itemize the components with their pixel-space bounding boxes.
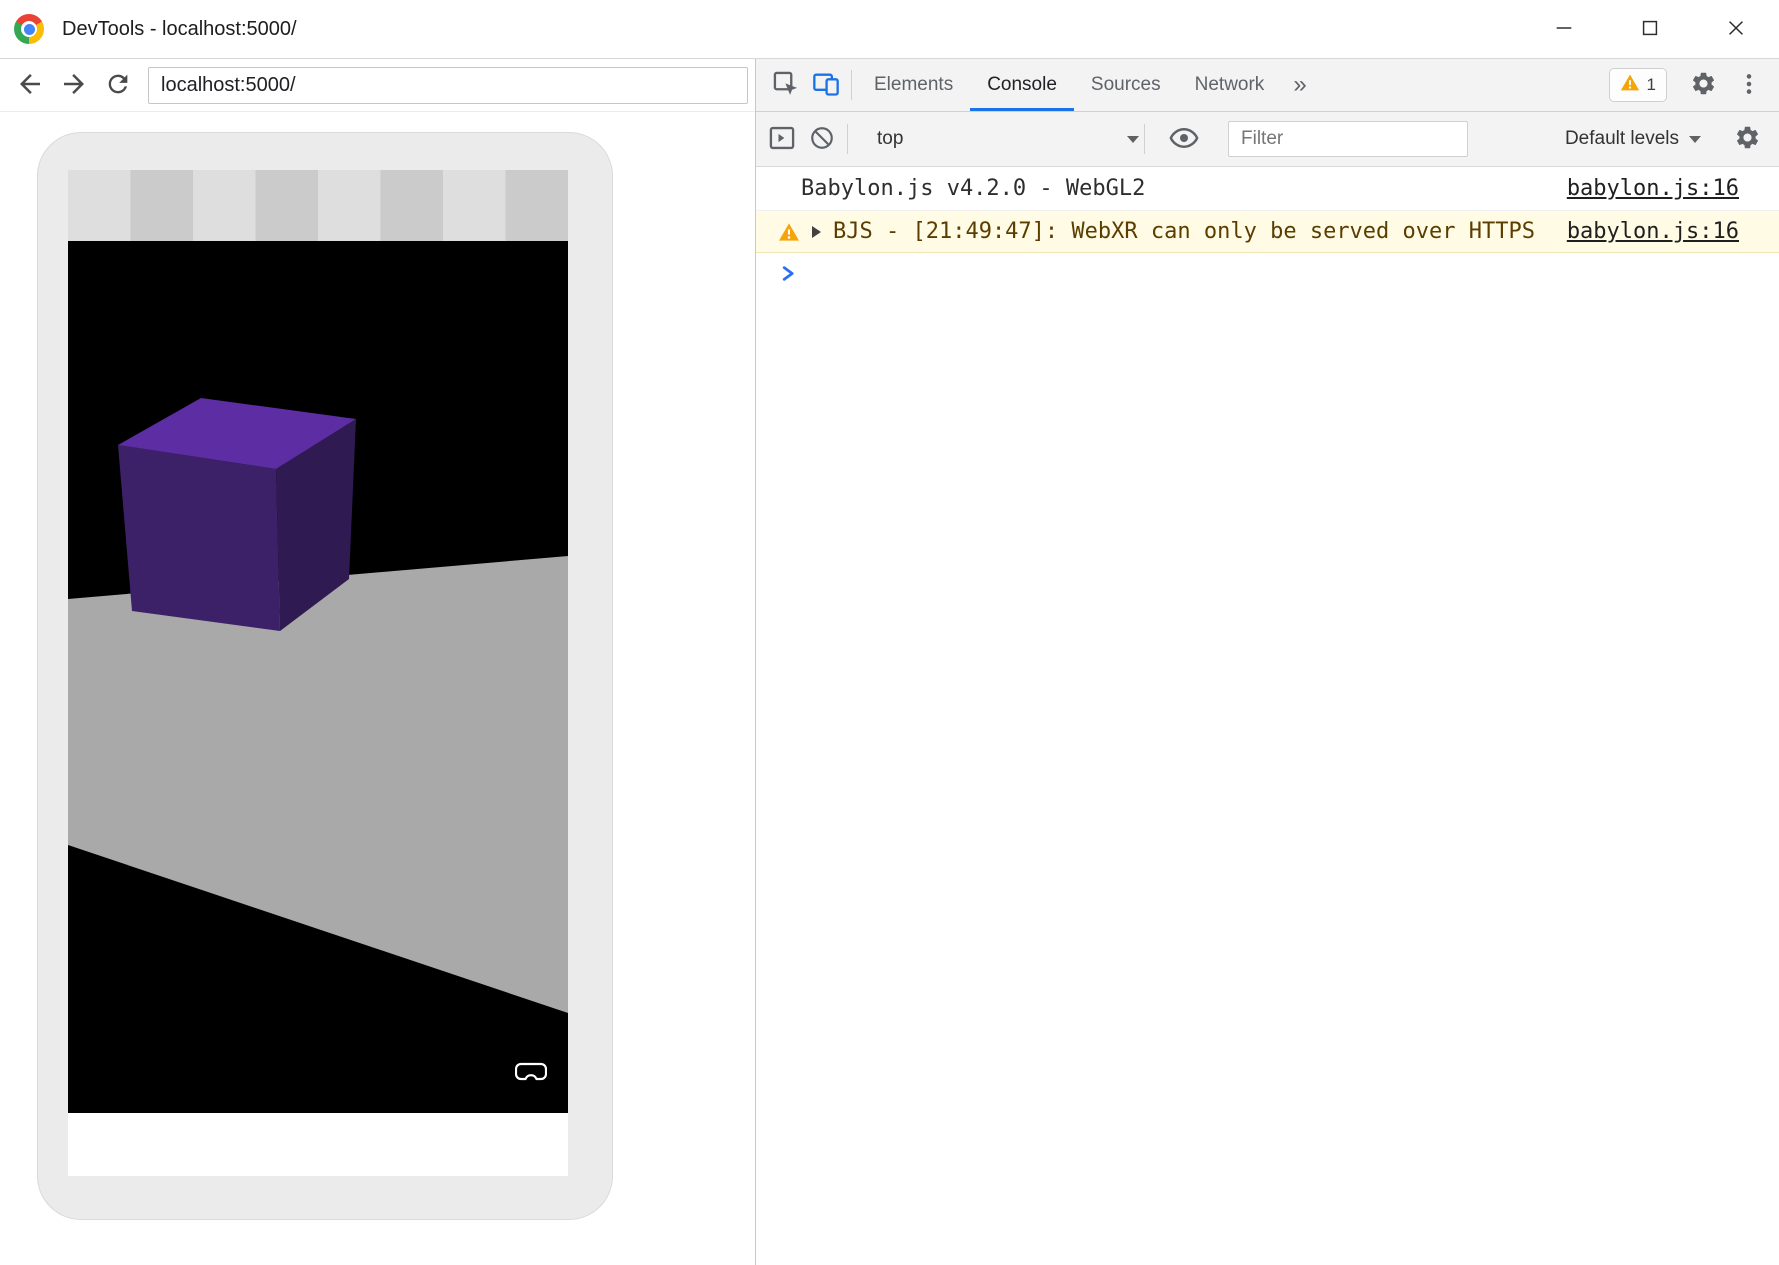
console-filter-input[interactable] <box>1228 121 1468 157</box>
toolbar-divider <box>851 70 852 100</box>
babylon-scene <box>68 241 568 1113</box>
forward-button[interactable] <box>52 63 96 107</box>
vr-goggles-icon <box>515 1059 547 1088</box>
live-expression-button[interactable] <box>1164 119 1204 159</box>
inspect-cursor-icon <box>772 70 800 101</box>
window-titlebar: DevTools - localhost:5000/ <box>0 0 1779 59</box>
kebab-menu-icon <box>1736 71 1762 100</box>
reload-icon <box>104 70 132 101</box>
url-input[interactable] <box>148 67 748 104</box>
close-button[interactable] <box>1693 0 1779 58</box>
javascript-context-selector[interactable]: top <box>877 128 1139 150</box>
minimize-button[interactable] <box>1521 0 1607 58</box>
console-toolbar: top Default levels <box>756 112 1779 167</box>
devtools-settings-button[interactable] <box>1683 65 1723 105</box>
device-frame <box>37 132 613 1220</box>
tab-label: Console <box>987 74 1057 96</box>
window-controls <box>1521 0 1779 58</box>
devtools-menu-button[interactable] <box>1729 65 1769 105</box>
device-emulation-area <box>0 112 755 1265</box>
toolbar-divider <box>1144 124 1145 154</box>
log-levels-label: Default levels <box>1565 128 1679 150</box>
cube-front-face <box>118 445 280 631</box>
show-console-sidebar-button[interactable] <box>762 119 802 159</box>
tab-label: Elements <box>874 74 953 96</box>
enter-vr-button[interactable] <box>513 1059 549 1087</box>
inspect-element-button[interactable] <box>766 65 806 105</box>
tab-console[interactable]: Console <box>970 59 1074 111</box>
gear-icon <box>1690 70 1717 100</box>
back-icon <box>15 69 45 102</box>
close-icon <box>1725 17 1747 42</box>
log-row: Babylon.js v4.2.0 - WebGL2 babylon.js:16 <box>756 167 1779 211</box>
back-button[interactable] <box>8 63 52 107</box>
console-settings-button[interactable] <box>1727 119 1767 159</box>
clear-console-icon <box>809 125 835 154</box>
chrome-icon <box>14 14 44 44</box>
chevron-down-icon <box>1689 136 1701 143</box>
gear-icon <box>1734 124 1761 154</box>
devtools-pane: Elements Console Sources Network » <box>756 59 1779 1265</box>
reload-button[interactable] <box>96 63 140 107</box>
devtools-tabbar: Elements Console Sources Network » <box>756 59 1779 112</box>
source-link[interactable]: babylon.js:16 <box>1567 176 1739 201</box>
screencast-pane <box>0 59 756 1265</box>
tab-label: Network <box>1195 74 1265 96</box>
maximize-button[interactable] <box>1607 0 1693 58</box>
maximize-icon <box>1639 17 1661 42</box>
prompt-chevron-icon <box>781 263 798 288</box>
toggle-device-toolbar-button[interactable] <box>806 65 846 105</box>
webgl-canvas <box>68 241 568 1113</box>
clear-console-button[interactable] <box>802 119 842 159</box>
tab-label: Sources <box>1091 74 1161 96</box>
log-text: Babylon.js v4.2.0 - WebGL2 <box>801 176 1145 201</box>
page-header-placeholder <box>68 170 568 241</box>
tab-sources[interactable]: Sources <box>1074 59 1178 111</box>
log-levels-dropdown[interactable]: Default levels <box>1565 128 1701 150</box>
device-toolbar-icon <box>812 70 840 101</box>
more-tabs-button[interactable]: » <box>1281 71 1318 99</box>
tab-elements[interactable]: Elements <box>857 59 970 111</box>
tab-network[interactable]: Network <box>1178 59 1282 111</box>
window-title: DevTools - localhost:5000/ <box>62 18 297 41</box>
minimize-icon <box>1553 17 1575 42</box>
ground-plane <box>68 556 568 1013</box>
warning-text: BJS - [21:49:47]: WebXR can only be serv… <box>833 219 1535 244</box>
eye-icon <box>1169 125 1199 154</box>
chevron-down-icon <box>1127 136 1139 143</box>
warning-icon <box>778 222 800 242</box>
console-sidebar-icon <box>768 124 796 155</box>
source-link[interactable]: babylon.js:16 <box>1567 219 1739 244</box>
toolbar-divider <box>847 124 848 154</box>
warning-count-badge[interactable]: 1 <box>1609 68 1667 102</box>
forward-icon <box>59 69 89 102</box>
console-messages: Babylon.js v4.2.0 - WebGL2 babylon.js:16… <box>756 167 1779 1265</box>
screencast-navbar <box>0 59 755 112</box>
device-screen[interactable] <box>68 170 568 1176</box>
expand-caret-icon[interactable] <box>812 226 821 238</box>
warning-icon <box>1620 73 1640 97</box>
console-prompt[interactable] <box>756 253 1779 297</box>
warning-row: BJS - [21:49:47]: WebXR can only be serv… <box>756 211 1779 253</box>
warning-count: 1 <box>1647 75 1656 95</box>
context-label: top <box>877 128 903 150</box>
